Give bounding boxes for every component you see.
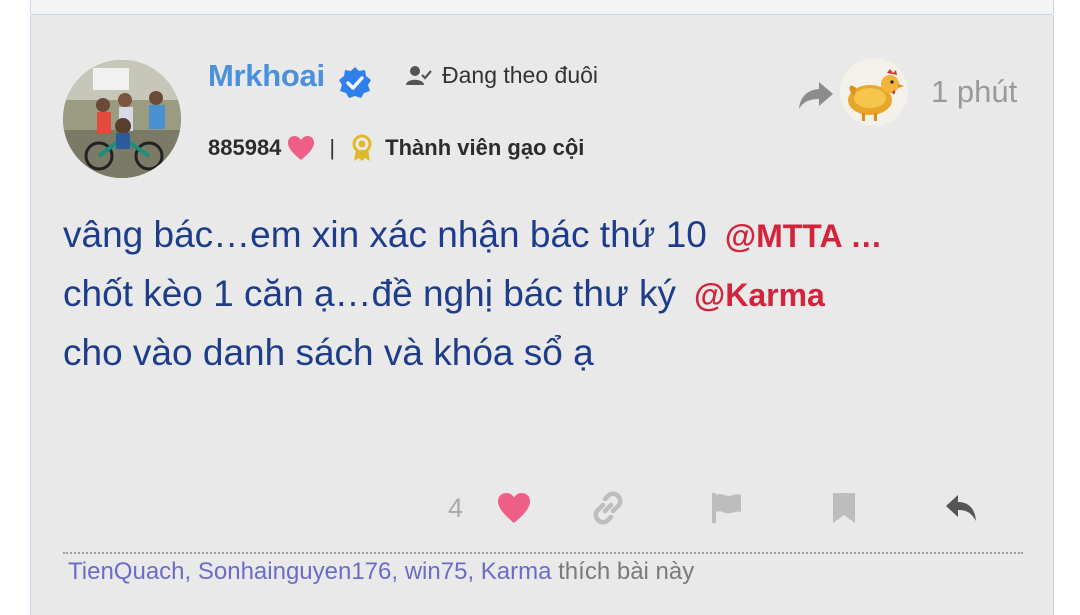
content-line-1: vâng bác…em xin xác nhận bác thứ 10 @MTTA… [63, 206, 1023, 265]
reaction-chicken-sticker [840, 58, 908, 126]
bookmark-button[interactable] [826, 490, 862, 526]
likes-divider [63, 552, 1023, 554]
liked-by-suffix: thích bài này [558, 558, 695, 585]
post-actions: 4 [0, 490, 1080, 530]
like-button[interactable] [496, 490, 532, 526]
mention-mtta[interactable]: @MTTA [725, 218, 842, 254]
reply-button[interactable] [944, 490, 980, 526]
avatar-photo [63, 60, 181, 178]
bookmark-icon [833, 493, 855, 523]
content-ellipsis: … [841, 218, 883, 254]
author-name[interactable]: Mrkhoai [208, 58, 325, 94]
follow-status-button[interactable]: Đang theo đuôi [406, 62, 598, 89]
heart-icon [498, 493, 530, 523]
likes-received-count: 885984 [208, 135, 282, 160]
user-check-icon [406, 65, 432, 85]
separator: , [391, 558, 399, 585]
liker-name[interactable]: win75 [405, 558, 468, 585]
reply-icon [946, 495, 976, 521]
author-stats: 885984 | Thành viên gạo cội [208, 134, 584, 162]
separator: , [467, 558, 475, 585]
reaction-count[interactable]: 4 [448, 493, 463, 524]
follow-status-label: Đang theo đuôi [442, 62, 599, 88]
flag-button[interactable] [708, 490, 744, 526]
heart-icon [288, 136, 315, 160]
liker-name[interactable]: TienQuach [68, 558, 185, 585]
post-timestamp[interactable]: 1 phút [931, 74, 1017, 110]
member-rank: Thành viên gạo cội [385, 135, 585, 160]
liked-by-line: TienQuach, Sonhainguyen176, win75, Karma… [68, 558, 694, 586]
liker-name[interactable]: Sonhainguyen176 [198, 558, 392, 585]
liker-name[interactable]: Karma [481, 558, 552, 585]
separator: , [184, 558, 192, 585]
flag-icon [712, 493, 741, 523]
content-line-3: cho vào danh sách và khóa sổ ạ [63, 332, 594, 373]
mention-karma[interactable]: @Karma [694, 277, 825, 313]
author-avatar[interactable] [63, 60, 181, 178]
verified-badge-icon [339, 67, 371, 98]
chicken-icon [848, 69, 904, 121]
stats-separator: | [329, 135, 336, 160]
content-text: chốt kèo 1 căn ạ…đề nghị bác thư ký [63, 273, 677, 314]
content-line-2: chốt kèo 1 căn ạ…đề nghị bác thư ký @Karm… [63, 265, 1023, 324]
medal-icon [352, 134, 372, 161]
link-button[interactable] [590, 490, 626, 526]
share-arrow-icon[interactable] [797, 78, 835, 112]
post-content: vâng bác…em xin xác nhận bác thứ 10 @MTTA… [63, 206, 1023, 382]
previous-post-card [30, 0, 1054, 15]
link-icon [593, 491, 623, 525]
content-text: vâng bác…em xin xác nhận bác thứ 10 [63, 214, 707, 255]
